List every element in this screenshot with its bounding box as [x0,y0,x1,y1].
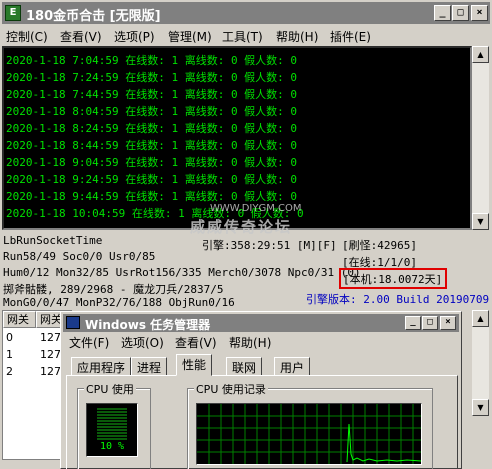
tm-menu-file[interactable]: 文件(F) [69,334,109,351]
menu-manage[interactable]: 管理(M) [168,28,212,45]
tab-users[interactable]: 用户 [274,357,311,376]
tm-maximize-button[interactable]: □ [422,316,438,330]
grid-cell: 0 [6,331,13,344]
uptime: [本机:18.0072天] [343,273,443,286]
cpu-history-label: CPU 使用记录 [194,381,268,397]
log-line: 2020-1-18 9:24:59 在线数: 1 离线数: 0 假人数: 0 [6,173,298,186]
performance-panel: CPU 使用 10 % CPU 使用记录 [66,375,458,469]
log-line: 2020-1-18 9:44:59 在线数: 1 离线数: 0 假人数: 0 [6,190,298,203]
map-monster-info: 掷斧骷髅, 289/2968 - 魔龙刀兵/2837/5 [3,283,224,296]
tm-menu-options[interactable]: 选项(O) [121,334,164,351]
run-stats: Run58/49 Soc0/0 Usr0/85 [3,250,156,263]
tm-menu-help[interactable]: 帮助(H) [229,334,271,351]
cpu-usage-value: 10 % [99,441,125,452]
cpu-history-group: CPU 使用记录 [187,381,433,469]
log-scrollbar[interactable]: ▲ ▼ [472,46,489,230]
task-manager-title: Windows 任务管理器 [85,318,211,332]
tab-applications[interactable]: 应用程序 [71,357,132,376]
cpu-usage-bars [97,408,127,440]
menu-bar: 控制(C) 查看(V) 选项(P) 管理(M) 工具(T) 帮助(H) 插件(E… [2,25,490,45]
scroll-up-icon[interactable]: ▲ [472,46,489,63]
hum-stats: Hum0/12 Mon32/85 UsrRot156/335 Merch0/30… [3,266,361,279]
task-manager-window: Windows 任务管理器 _ □ × 文件(F) 选项(O) 查看(V) 帮助… [60,311,462,469]
grid-cell: 2 [6,365,13,378]
tm-menu-view[interactable]: 查看(V) [175,334,217,351]
cpu-usage-group: CPU 使用 10 % [77,381,151,469]
tm-close-button[interactable]: × [440,316,456,330]
menu-view[interactable]: 查看(V) [60,28,102,45]
cpu-history-graph [196,403,422,465]
tab-performance[interactable]: 性能 [176,354,213,376]
grid-header[interactable]: 网关 [3,311,36,328]
title-bar[interactable]: E 180金币合击 [无限版] _ □ × [2,2,490,24]
menu-options[interactable]: 选项(P) [114,28,155,45]
minimize-button[interactable]: _ [434,5,451,21]
scroll-down-icon[interactable]: ▼ [472,213,489,230]
log-line: 2020-1-18 8:44:59 在线数: 1 离线数: 0 假人数: 0 [6,139,298,152]
engine-version: 引擎版本: 2.00 Build 20190709 [306,293,490,306]
cpu-usage-meter: 10 % [86,403,138,457]
log-line: 2020-1-18 7:44:59 在线数: 1 离线数: 0 假人数: 0 [6,88,298,101]
menu-tools[interactable]: 工具(T) [222,28,263,45]
task-manager-title-bar[interactable]: Windows 任务管理器 _ □ × [63,314,459,332]
watermark-url: WWW.DIYGM.COM [210,203,302,214]
menu-help[interactable]: 帮助(H) [276,28,318,45]
menu-plugins[interactable]: 插件(E) [330,28,371,45]
windows-icon [66,316,80,329]
log-line: 2020-1-18 8:24:59 在线数: 1 离线数: 0 假人数: 0 [6,122,298,135]
log-line: 2020-1-18 7:04:59 在线数: 1 离线数: 0 假人数: 0 [6,54,298,67]
socket-time-label: LbRunSocketTime [3,234,103,247]
menu-control[interactable]: 控制(C) [6,28,48,45]
tab-networking[interactable]: 联网 [226,357,263,376]
tab-processes[interactable]: 进程 [131,357,168,376]
scroll-down-icon[interactable]: ▼ [472,399,489,416]
maximize-button[interactable]: □ [452,5,469,21]
monster-refresh: [刷怪:42965] [342,239,417,252]
engine-runtime: 引擎:358:29:51 [M][F] [202,239,337,252]
grid-cell: 1 [6,348,13,361]
log-line: 2020-1-18 7:24:59 在线数: 1 离线数: 0 假人数: 0 [6,71,298,84]
watermark-text: 威威传奇论坛 [190,218,293,236]
app-icon: E [5,5,21,21]
close-button[interactable]: × [471,5,488,21]
mon-stats: MonG0/0/47 MonP32/76/188 ObjRun0/16 [3,296,235,309]
cpu-usage-label: CPU 使用 [84,381,136,397]
tm-minimize-button[interactable]: _ [405,316,421,330]
log-line: 2020-1-18 9:04:59 在线数: 1 离线数: 0 假人数: 0 [6,156,298,169]
window-title: 180金币合击 [无限版] [26,9,161,24]
grid-scrollbar[interactable]: ▲ ▼ [472,310,489,416]
main-window: E 180金币合击 [无限版] _ □ × 控制(C) 查看(V) 选项(P) … [0,0,492,469]
log-line: 2020-1-18 8:04:59 在线数: 1 离线数: 0 假人数: 0 [6,105,298,118]
scroll-up-icon[interactable]: ▲ [472,310,489,327]
cpu-history-svg [197,404,421,464]
